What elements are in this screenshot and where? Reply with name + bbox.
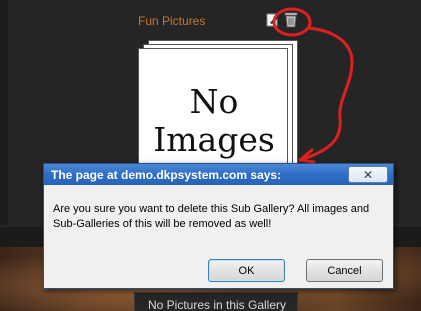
left-divider <box>0 0 8 225</box>
placeholder-card-front: No Images <box>138 48 288 182</box>
no-images-line2: Images <box>153 120 275 159</box>
edit-icon[interactable] <box>266 12 280 27</box>
close-button[interactable]: ✕ <box>348 166 388 183</box>
dialog-message: Are you sure you want to delete this Sub… <box>53 203 370 230</box>
dialog-title-bar[interactable]: The page at demo.dkpsystem.com says: ✕ <box>44 164 393 185</box>
no-images-line1: No <box>189 82 239 121</box>
no-pictures-text: No Pictures in this Gallery <box>147 298 287 311</box>
cancel-button[interactable]: Cancel <box>306 259 383 282</box>
close-icon: ✕ <box>362 167 374 182</box>
album-title-link[interactable]: Fun Pictures <box>138 14 278 28</box>
confirm-dialog: The page at demo.dkpsystem.com says: ✕ A… <box>43 163 394 289</box>
dialog-title: The page at demo.dkpsystem.com says: <box>51 168 282 182</box>
no-images-text: No Images <box>139 83 289 159</box>
trash-icon[interactable] <box>283 11 299 28</box>
no-pictures-bar: No Pictures in this Gallery <box>134 292 298 311</box>
ok-button[interactable]: OK <box>208 259 285 282</box>
no-images-placeholder: No Images <box>138 40 298 182</box>
